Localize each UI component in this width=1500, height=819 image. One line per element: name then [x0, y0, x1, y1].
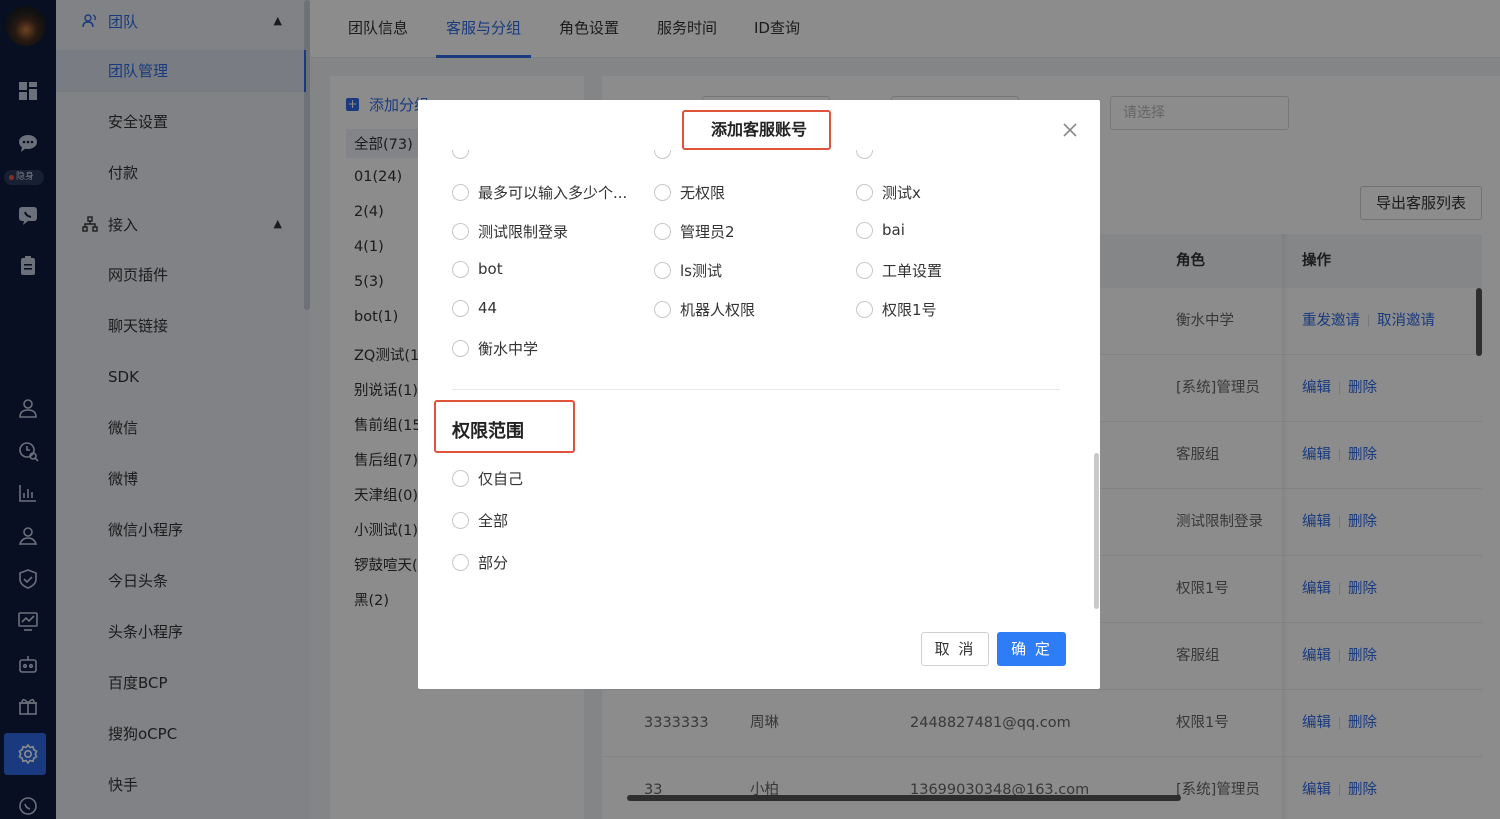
role-label: 无权限 — [680, 184, 726, 202]
role-label: 权限1号 — [882, 301, 937, 319]
radio-circle[interactable] — [452, 260, 469, 278]
radio-circle[interactable] — [654, 223, 671, 240]
scope-label: 仅自己 — [478, 470, 524, 488]
radio-circle[interactable] — [856, 221, 873, 239]
scope-label: 部分 — [478, 554, 509, 572]
role-label: 测试x — [882, 184, 921, 202]
role-label: 44 — [478, 299, 498, 317]
confirm-button[interactable]: 确 定 — [997, 632, 1066, 666]
dialog-scrollbar[interactable] — [1094, 453, 1099, 609]
role-label: ls测试 — [680, 262, 722, 280]
scope-label: 全部 — [478, 512, 509, 530]
role-radio[interactable]: 44 — [452, 299, 497, 317]
cancel-button[interactable]: 取 消 — [921, 632, 989, 666]
role-radio[interactable]: bot — [452, 260, 503, 278]
role-radio[interactable]: bai — [856, 221, 905, 239]
dialog-body: 最多可以输入多少个... 无权限 测试x 测试限制登录 管理员2 bai bot… — [418, 150, 1100, 610]
section-divider — [452, 389, 1060, 390]
role-radio[interactable]: 机器人权限 — [654, 299, 755, 320]
role-label: 管理员2 — [680, 223, 735, 241]
role-label: bai — [882, 221, 905, 239]
radio-circle[interactable] — [452, 470, 469, 487]
radio-circle[interactable] — [452, 184, 469, 201]
radio-circle[interactable] — [654, 184, 671, 201]
role-label: 最多可以输入多少个... — [478, 184, 628, 202]
role-label: 工单设置 — [882, 262, 943, 280]
radio-circle[interactable] — [452, 299, 469, 317]
radio-circle[interactable] — [856, 184, 873, 201]
radio-circle[interactable] — [856, 301, 873, 318]
radio-circle[interactable] — [452, 554, 469, 571]
radio-circle[interactable] — [452, 223, 469, 240]
scope-radio-self[interactable]: 仅自己 — [452, 468, 523, 489]
role-label: bot — [478, 260, 503, 278]
role-radio[interactable]: 最多可以输入多少个... — [452, 182, 627, 203]
radio-circle[interactable] — [452, 512, 469, 529]
radio-circle[interactable] — [654, 301, 671, 318]
role-label: 机器人权限 — [680, 301, 756, 319]
role-radio[interactable]: 衡水中学 — [452, 338, 538, 359]
radio-circle[interactable] — [856, 262, 873, 279]
role-radio[interactable]: 管理员2 — [654, 221, 735, 242]
role-radio[interactable]: ls测试 — [654, 260, 722, 281]
add-agent-dialog: 最多可以输入多少个... 无权限 测试x 测试限制登录 管理员2 bai bot… — [418, 100, 1100, 689]
scope-section-title: 权限范围 — [452, 421, 524, 442]
role-label: 测试限制登录 — [478, 223, 569, 241]
radio-circle[interactable] — [654, 262, 671, 279]
role-radio[interactable]: 权限1号 — [856, 299, 937, 320]
title-highlight — [682, 110, 831, 150]
role-radio[interactable]: 无权限 — [654, 182, 725, 203]
role-radio[interactable]: 测试限制登录 — [452, 221, 568, 242]
role-radio[interactable]: 测试x — [856, 182, 921, 203]
role-label: 衡水中学 — [478, 340, 539, 358]
scope-radio-partial[interactable]: 部分 — [452, 552, 508, 573]
close-icon[interactable] — [1060, 120, 1080, 140]
scope-radio-all[interactable]: 全部 — [452, 510, 508, 531]
role-radio[interactable]: 工单设置 — [856, 260, 942, 281]
radio-circle[interactable] — [452, 340, 469, 357]
